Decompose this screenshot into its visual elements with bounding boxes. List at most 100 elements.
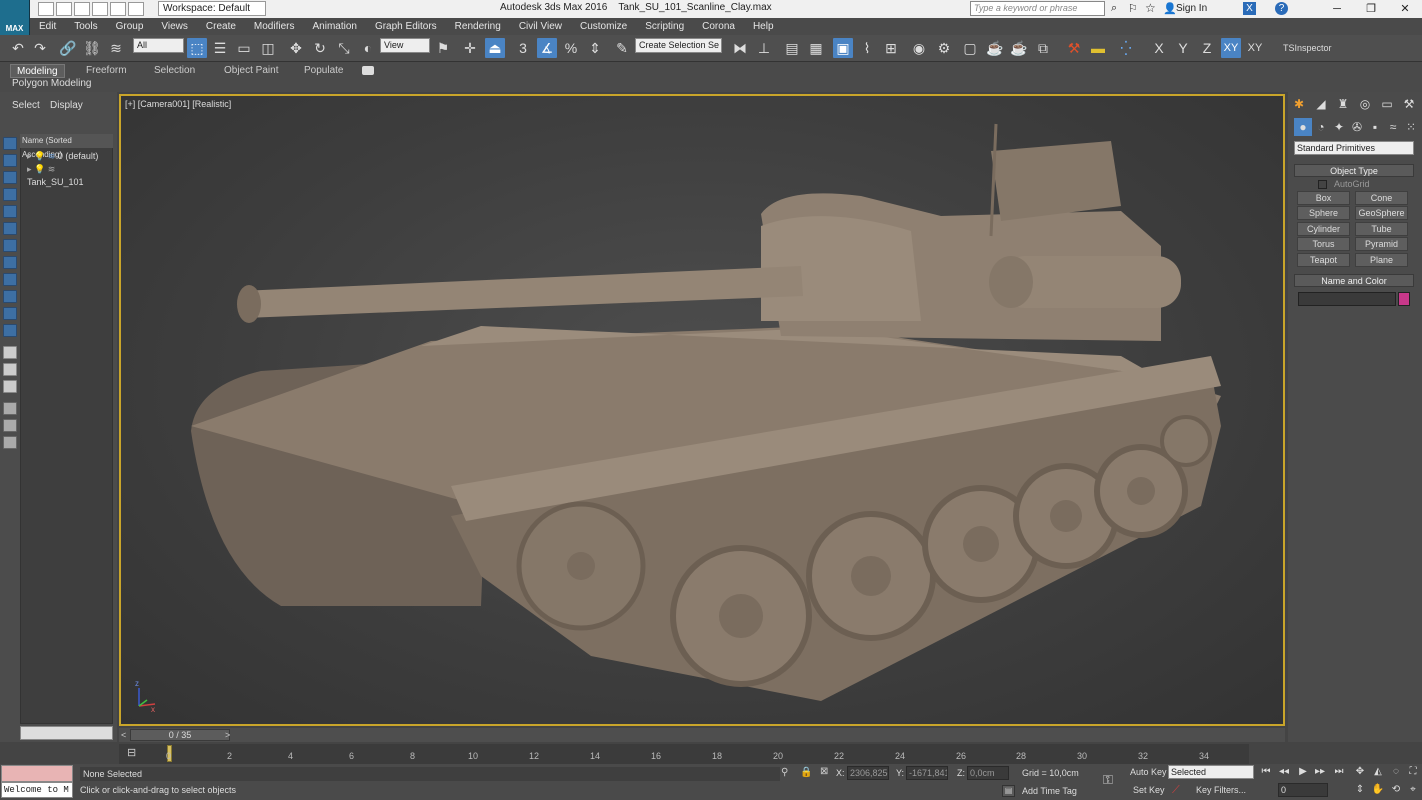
bind-space-warp-icon[interactable]: ≋ (106, 38, 126, 58)
object-name-field[interactable] (1298, 292, 1396, 306)
curve-editor-icon[interactable]: ⌇ (857, 38, 877, 58)
object-color-swatch[interactable] (1398, 292, 1410, 306)
play-icon[interactable]: ▶ (1295, 765, 1311, 779)
keyboard-shortcut-override-icon[interactable]: ⏏ (485, 38, 505, 58)
explorer-tool-icon[interactable] (3, 222, 17, 235)
open-mini-curve-editor-icon[interactable]: ⊟ (127, 746, 136, 759)
schematic-view-icon[interactable]: ⊞ (881, 38, 901, 58)
teapot-button[interactable]: Teapot (1297, 253, 1350, 267)
render-iterative-icon[interactable]: ☕ (1009, 38, 1029, 58)
select-and-link-icon[interactable]: 🔗 (58, 38, 78, 58)
key-filters-button[interactable]: Key Filters... (1196, 785, 1246, 795)
undo-icon[interactable]: ↶ (8, 38, 28, 58)
material-editor-icon[interactable]: ◉ (909, 38, 929, 58)
sign-in-link[interactable]: Sign In (1176, 3, 1207, 14)
light-bulb-icon[interactable]: 💡 (34, 151, 45, 161)
workspace-dropdown[interactable]: Workspace: Default (158, 1, 266, 16)
app-logo-button[interactable]: MAX (0, 0, 30, 35)
modify-tab-icon[interactable]: ◢ (1312, 95, 1330, 113)
geosphere-button[interactable]: GeoSphere (1355, 206, 1408, 220)
geometry-icon[interactable]: ● (1294, 118, 1312, 136)
time-slider-thumb[interactable]: 0 / 35 (130, 729, 230, 741)
z-coord-field[interactable]: 0,0cm (967, 766, 1009, 780)
rendered-frame-window-icon[interactable]: ▢ (960, 38, 980, 58)
render-setup-icon[interactable]: ⚙ (934, 38, 954, 58)
explorer-tool-icon[interactable] (3, 324, 17, 337)
edit-named-selection-icon[interactable]: ✎ (612, 38, 632, 58)
box-button[interactable]: Box (1297, 191, 1350, 205)
tab-freeform[interactable]: Freeform (80, 64, 133, 78)
menu-graph-editors[interactable]: Graph Editors (366, 21, 446, 32)
display-tab-icon[interactable]: ▭ (1378, 95, 1396, 113)
menu-rendering[interactable]: Rendering (446, 21, 510, 32)
isolate-selection-icon[interactable]: ⚲ (781, 767, 788, 778)
utilities-tab-icon[interactable]: ⚒ (1400, 95, 1418, 113)
orbit-icon[interactable]: ◌ (1388, 765, 1404, 779)
explorer-scrollbar[interactable] (20, 726, 113, 740)
tab-selection[interactable]: Selection (148, 64, 201, 78)
ribbon-panel-polygon-modeling[interactable]: Polygon Modeling (12, 78, 92, 89)
expand-arrow-icon[interactable]: ▸ (27, 164, 32, 174)
constraint-x-button[interactable]: X (1149, 38, 1169, 58)
select-and-scale-icon[interactable]: ⤡ (334, 38, 354, 58)
menu-modifiers[interactable]: Modifiers (245, 21, 304, 32)
space-warps-icon[interactable]: ≈ (1384, 118, 1402, 136)
menu-tools[interactable]: Tools (65, 21, 106, 32)
torus-button[interactable]: Torus (1297, 237, 1350, 251)
explorer-tool-icon[interactable] (3, 137, 17, 150)
explorer-select-menu[interactable]: Select (12, 100, 40, 111)
select-by-name-icon[interactable]: ☰ (210, 38, 230, 58)
maximize-button[interactable]: ❐ (1356, 0, 1386, 18)
cone-button[interactable]: Cone (1355, 191, 1408, 205)
unlink-selection-icon[interactable]: ⛓ (82, 38, 102, 58)
truck-camera-icon[interactable]: ⌖ (1405, 783, 1421, 797)
help-search-input[interactable]: Type a keyword or phrase (970, 1, 1105, 16)
dolly-camera-icon[interactable]: ⇕ (1352, 783, 1368, 797)
x-coord-field[interactable]: 2306,825c (847, 766, 889, 780)
create-tab-icon[interactable]: ✱ (1290, 95, 1308, 113)
time-slider-track[interactable] (119, 728, 1285, 742)
constraint-z-button[interactable]: Z (1197, 38, 1217, 58)
go-to-start-icon[interactable]: ⏮ (1258, 765, 1274, 779)
explorer-tool-icon[interactable] (3, 171, 17, 184)
rectangular-selection-icon[interactable]: ▭ (234, 38, 254, 58)
menu-scripting[interactable]: Scripting (636, 21, 693, 32)
pyramid-button[interactable]: Pyramid (1355, 237, 1408, 251)
menu-animation[interactable]: Animation (303, 21, 365, 32)
help-icon[interactable]: ? (1275, 2, 1288, 15)
name-and-color-rollout[interactable]: Name and Color (1294, 274, 1414, 287)
expand-arrow-icon[interactable]: ▸ (27, 151, 32, 161)
redo-icon[interactable] (110, 2, 126, 16)
plugin-grid-icon[interactable]: ⁛ (1116, 38, 1136, 58)
tab-object-paint[interactable]: Object Paint (218, 64, 284, 78)
camera-viewport[interactable]: [+] [Camera001] [Realistic] z x (119, 94, 1285, 726)
filter-icon[interactable] (3, 402, 17, 415)
absolute-mode-transform-icon[interactable]: ⊠ (820, 766, 828, 777)
object-type-rollout[interactable]: Object Type (1294, 164, 1414, 177)
percent-snap-icon[interactable]: % (561, 38, 581, 58)
snaps-toggle-icon[interactable]: 3 (513, 38, 533, 58)
roll-camera-icon[interactable]: ⟲ (1388, 783, 1404, 797)
menu-create[interactable]: Create (197, 21, 245, 32)
explorer-tool-icon[interactable] (3, 436, 17, 449)
shapes-icon[interactable]: ◔ (1312, 118, 1330, 136)
explorer-tool-icon[interactable] (3, 273, 17, 286)
use-pivot-center-icon[interactable]: ⚑ (433, 38, 453, 58)
mirror-icon[interactable]: ⧓ (730, 38, 750, 58)
ribbon-options-icon[interactable] (362, 66, 374, 75)
next-frame-icon[interactable]: ▸▸ (1312, 765, 1328, 779)
set-key-icon[interactable]: ⟋ (1172, 784, 1180, 797)
selection-filter-dropdown[interactable]: All (133, 38, 184, 53)
toggle-ribbon-icon[interactable]: ▣ (833, 38, 853, 58)
select-and-move-icon[interactable]: ✥ (286, 38, 306, 58)
explorer-tool-icon[interactable] (3, 188, 17, 201)
search-icon[interactable]: ⌕ (1111, 2, 1123, 14)
align-icon[interactable]: ⊥ (754, 38, 774, 58)
angle-snap-icon[interactable]: ∡ (537, 38, 557, 58)
toggle-scene-explorer-icon[interactable]: ▤ (782, 38, 802, 58)
save-file-icon[interactable] (74, 2, 90, 16)
close-button[interactable]: ✕ (1390, 0, 1420, 18)
explorer-tool-icon[interactable] (3, 363, 17, 376)
window-crossing-icon[interactable]: ◫ (258, 38, 278, 58)
tsinspector-button[interactable]: TSInspector (1283, 43, 1332, 53)
